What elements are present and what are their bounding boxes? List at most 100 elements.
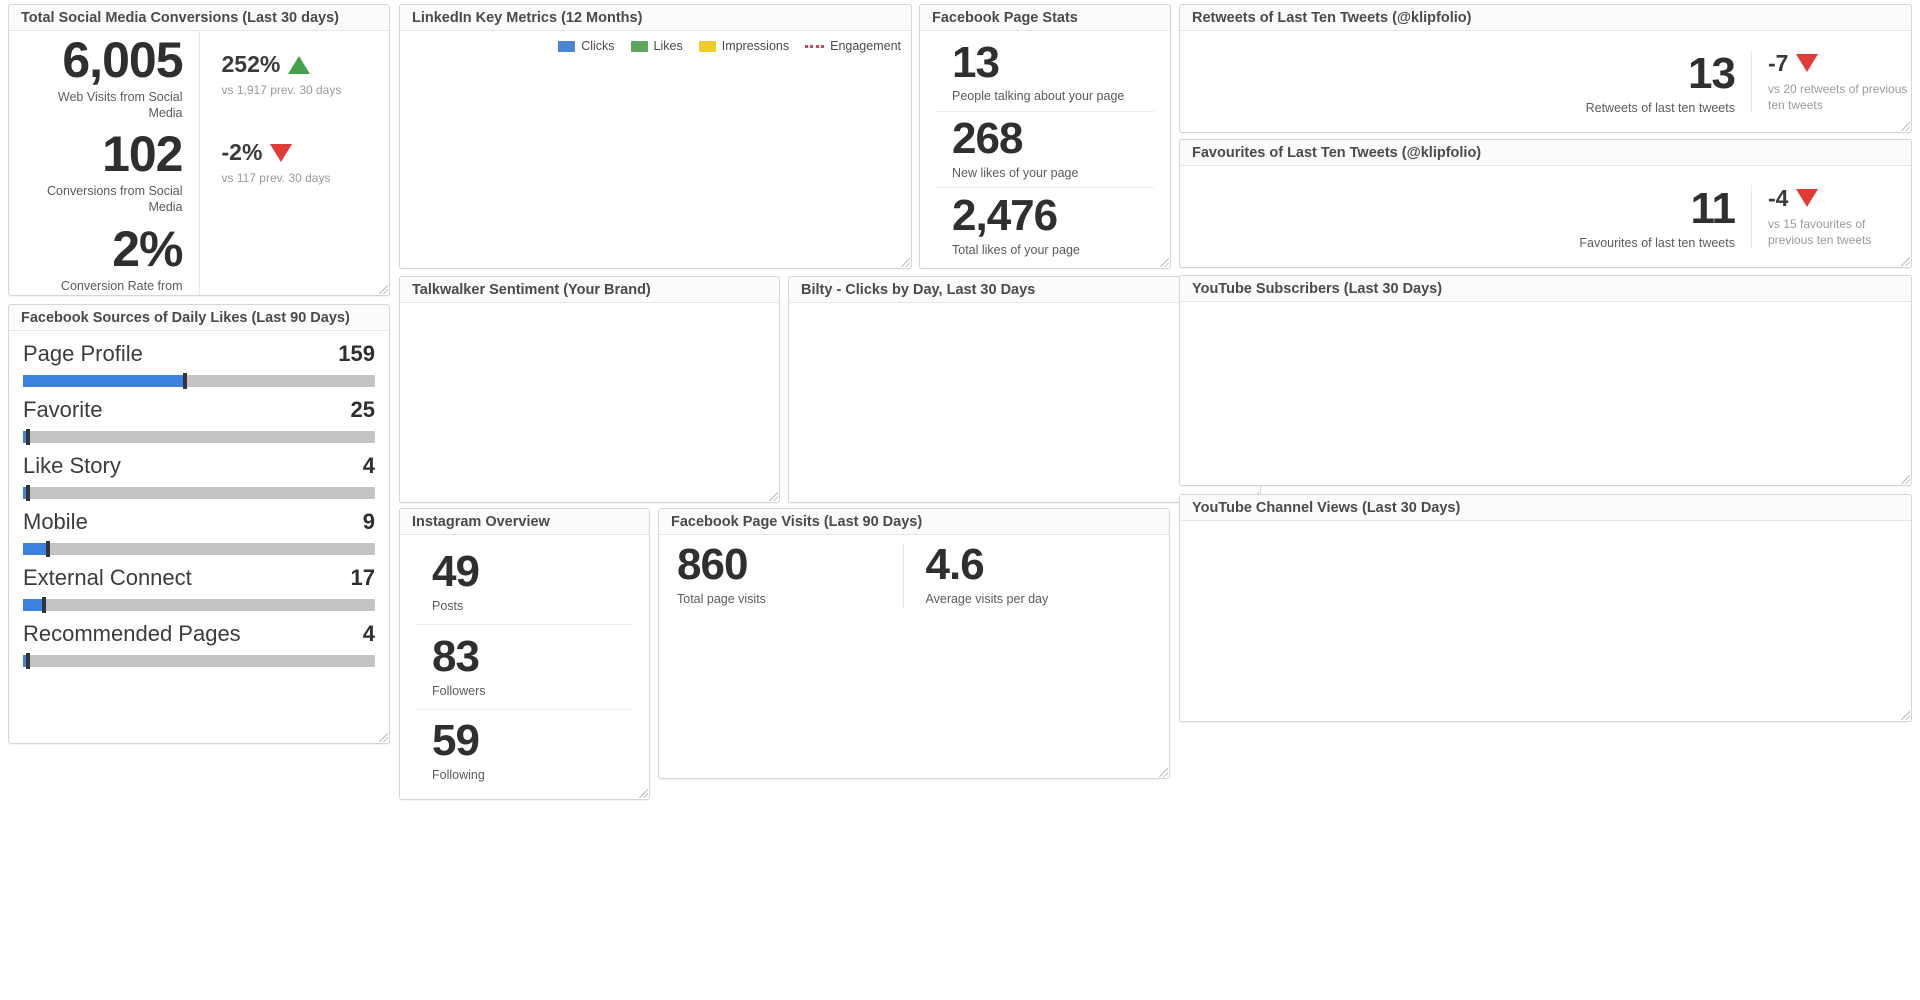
- trend-up-icon: [288, 55, 311, 74]
- list-item: Like Story 4: [23, 453, 375, 501]
- kpi-value: 13: [1688, 48, 1736, 98]
- kpi-value: 268: [952, 114, 1023, 164]
- kpi-label: Web Visits from Social Media: [57, 90, 183, 120]
- panel-title: YouTube Subscribers (Last 30 Days): [1180, 276, 1911, 302]
- kpi-value: 83: [432, 631, 480, 681]
- progress-track: [23, 485, 375, 501]
- delta-value: -7: [1768, 49, 1789, 76]
- legend-swatch: [698, 40, 716, 52]
- kpi-value: 49: [432, 547, 480, 597]
- legend-label: Engagement: [830, 39, 901, 53]
- panel-facebook-page-stats: Facebook Page Stats 13 People talking ab…: [919, 4, 1171, 269]
- list-item: Page Profile 159: [23, 341, 375, 389]
- trend-down-icon: [1796, 54, 1819, 73]
- legend-item[interactable]: Clicks: [558, 39, 615, 53]
- resize-grip[interactable]: [1159, 768, 1168, 777]
- delta-subtext: vs 1,917 prev. 30 days: [221, 83, 342, 98]
- kpi-label: Conversions from Social Media: [47, 184, 183, 214]
- resize-grip[interactable]: [379, 733, 388, 742]
- list-item-label: External Connect: [23, 565, 192, 590]
- kpi-delta-row: -2% vs 117 prev. 30 days: [200, 119, 390, 207]
- resize-grip[interactable]: [1901, 257, 1910, 266]
- progress-marker: [26, 485, 31, 501]
- trend-down-icon: [270, 143, 293, 162]
- panel-title: LinkedIn Key Metrics (12 Months): [400, 5, 911, 31]
- kpi-value: 860: [677, 540, 748, 589]
- legend-label: Likes: [653, 39, 683, 53]
- panel-total-social-media-conversions: Total Social Media Conversions (Last 30 …: [8, 4, 390, 296]
- delta-value: -2%: [221, 139, 263, 166]
- delta-subtext: vs 20 retweets of previous ten tweets: [1768, 81, 1908, 112]
- panel-youtube-channel-views: YouTube Channel Views (Last 30 Days): [1179, 494, 1912, 722]
- legend-swatch: [558, 40, 576, 52]
- kpi-label: Posts: [432, 599, 464, 614]
- resize-grip[interactable]: [1901, 475, 1910, 484]
- resize-grip[interactable]: [1901, 122, 1910, 131]
- progress-track: [23, 541, 375, 557]
- panel-title: Talkwalker Sentiment (Your Brand): [400, 277, 779, 303]
- legend-item[interactable]: Engagement: [805, 39, 901, 53]
- kpi-label: Conversion Rate from Social Media: [60, 278, 183, 296]
- kpi-value: 102: [102, 126, 183, 183]
- delta-value: 252%: [221, 51, 281, 78]
- panel-title: Instagram Overview: [400, 509, 649, 535]
- panel-title: Retweets of Last Ten Tweets (@klipfolio): [1180, 5, 1911, 31]
- delta-subtext: vs 15 favourites of previous ten tweets: [1768, 216, 1872, 247]
- panel-youtube-subscribers: YouTube Subscribers (Last 30 Days): [1179, 275, 1912, 486]
- list-item: Favorite 25: [23, 397, 375, 445]
- legend-label: Impressions: [721, 39, 790, 53]
- resize-grip[interactable]: [901, 258, 910, 267]
- kpi-label: Following: [432, 767, 485, 782]
- talkwalker-chart[interactable]: [400, 303, 779, 502]
- resize-grip[interactable]: [1160, 258, 1169, 267]
- resize-grip[interactable]: [379, 285, 388, 294]
- panel-title: Facebook Page Stats: [920, 5, 1170, 31]
- list-item: Mobile 9: [23, 509, 375, 557]
- resize-grip[interactable]: [1901, 711, 1910, 720]
- kpi-delta-row: 252% vs 1,917 prev. 30 days: [200, 31, 390, 119]
- panel-title: Favourites of Last Ten Tweets (@klipfoli…: [1180, 140, 1911, 166]
- legend-label: Clicks: [581, 39, 615, 53]
- trend-down-icon: [1796, 189, 1819, 208]
- youtube-subscribers-chart[interactable]: [1180, 302, 1911, 485]
- list-item: External Connect 17: [23, 565, 375, 613]
- panel-title: Facebook Page Visits (Last 90 Days): [659, 509, 1169, 535]
- legend-item[interactable]: Likes: [630, 39, 683, 53]
- progress-fill: [23, 599, 45, 611]
- kpi-delta-row: [200, 207, 390, 295]
- progress-list: Page Profile 159 Favorite 25 Like Story 4 Mobi…: [9, 331, 389, 743]
- delta-subtext: vs 117 prev. 30 days: [221, 171, 331, 186]
- progress-marker: [42, 597, 47, 613]
- kpi-label: Favourites of last ten tweets: [1579, 235, 1735, 250]
- panel-facebook-page-visits: Facebook Page Visits (Last 90 Days) 860 …: [658, 508, 1170, 779]
- panel-talkwalker-sentiment: Talkwalker Sentiment (Your Brand): [399, 276, 780, 503]
- kpi-value: 11: [1690, 183, 1736, 233]
- list-item-label: Recommended Pages: [23, 621, 241, 646]
- legend-item[interactable]: Impressions: [698, 39, 790, 53]
- list-item-value: 25: [350, 397, 375, 422]
- kpi-row: 59 Following: [416, 708, 633, 793]
- progress-track: [23, 373, 375, 389]
- progress-fill: [23, 375, 185, 387]
- resize-grip[interactable]: [639, 789, 648, 798]
- resize-grip[interactable]: [769, 492, 778, 501]
- progress-fill: [23, 543, 48, 555]
- panel-facebook-sources-of-daily-likes: Facebook Sources of Daily Likes (Last 90…: [8, 304, 390, 744]
- kpi-row: 2% Conversion Rate from Social Media: [9, 220, 199, 296]
- list-item-value: 17: [350, 565, 375, 590]
- kpi-value: 2,476: [952, 190, 1058, 240]
- list-item: Recommended Pages 4: [23, 621, 375, 669]
- youtube-channel-views-chart[interactable]: [1180, 521, 1911, 721]
- kpi-value: 6,005: [62, 32, 183, 88]
- kpi-row: 13 People talking about your page: [936, 35, 1154, 111]
- list-item-value: 4: [362, 621, 375, 646]
- panel-linkedin-key-metrics: LinkedIn Key Metrics (12 Months) Clicks L…: [399, 4, 912, 269]
- delta-value: -4: [1768, 184, 1789, 211]
- progress-marker: [182, 373, 187, 389]
- panel-instagram-overview: Instagram Overview 49 Posts 83 Followers…: [399, 508, 650, 800]
- facebook-page-visits-chart[interactable]: [659, 645, 1169, 778]
- list-item-label: Favorite: [23, 397, 103, 422]
- kpi-row: 6,005 Web Visits from Social Media: [9, 31, 199, 125]
- kpi-row: 2,476 Total likes of your page: [936, 187, 1154, 264]
- linkedin-chart[interactable]: Clicks Likes Impressions Engagement: [400, 31, 911, 268]
